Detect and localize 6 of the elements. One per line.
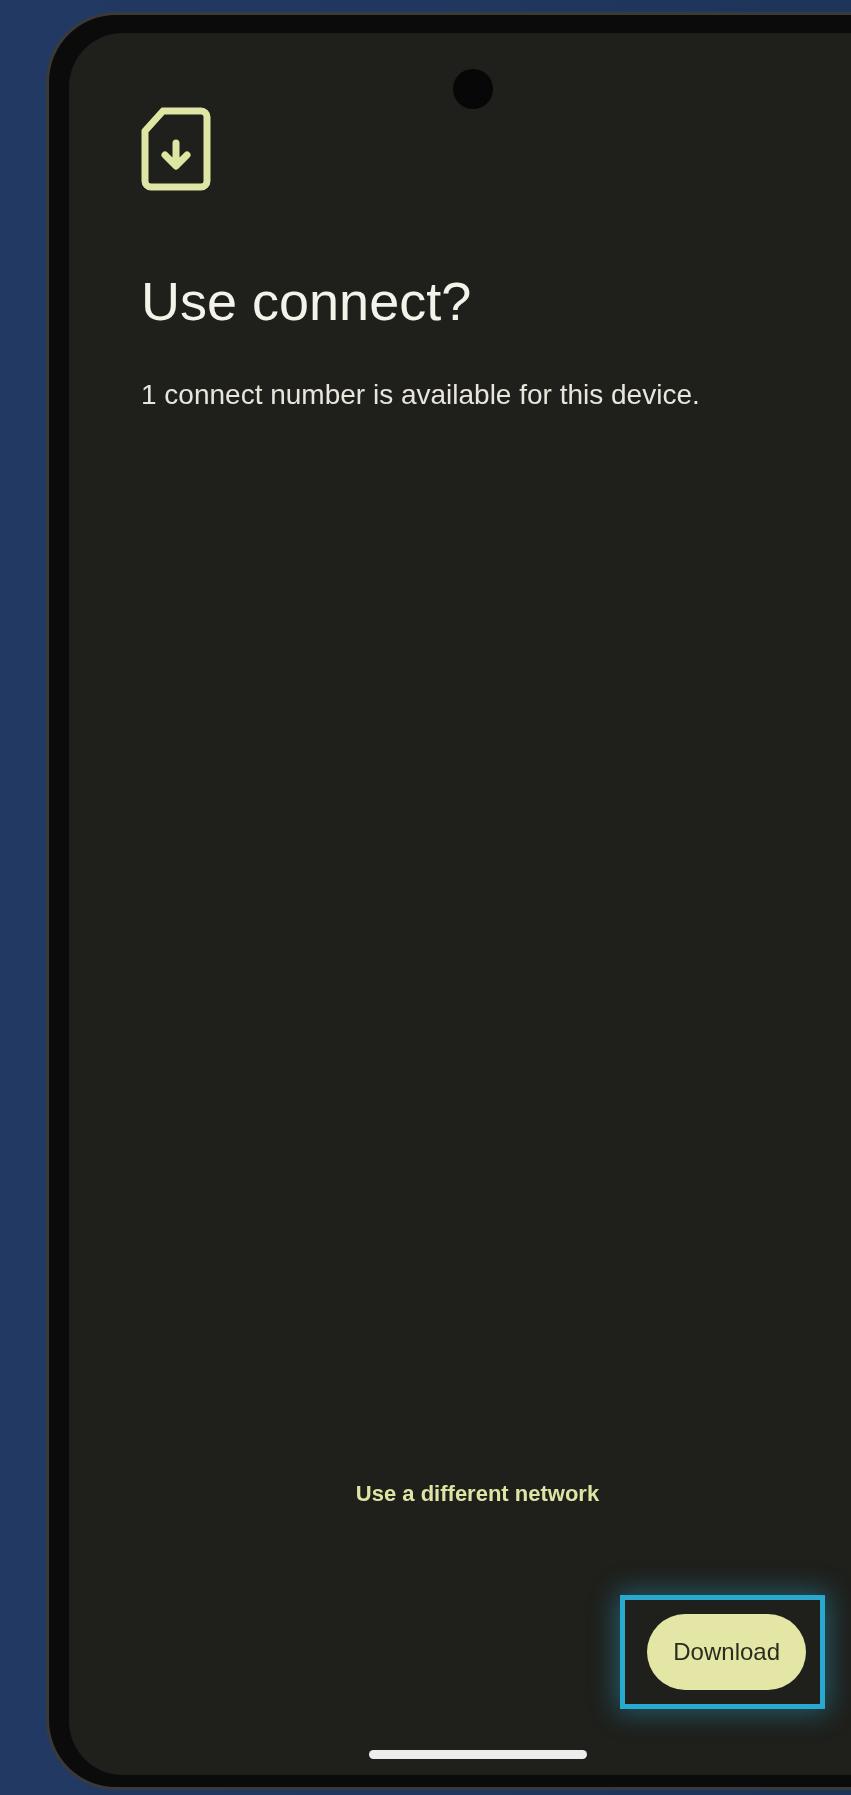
dialog-message: 1 connect number is available for this device.	[141, 377, 701, 412]
camera-icon	[453, 69, 493, 109]
dialog-title: Use connect?	[141, 270, 473, 333]
sim-card-download-icon	[141, 107, 211, 191]
download-button[interactable]: Download	[647, 1614, 806, 1690]
different-network-button[interactable]: Use a different network	[355, 1477, 600, 1510]
